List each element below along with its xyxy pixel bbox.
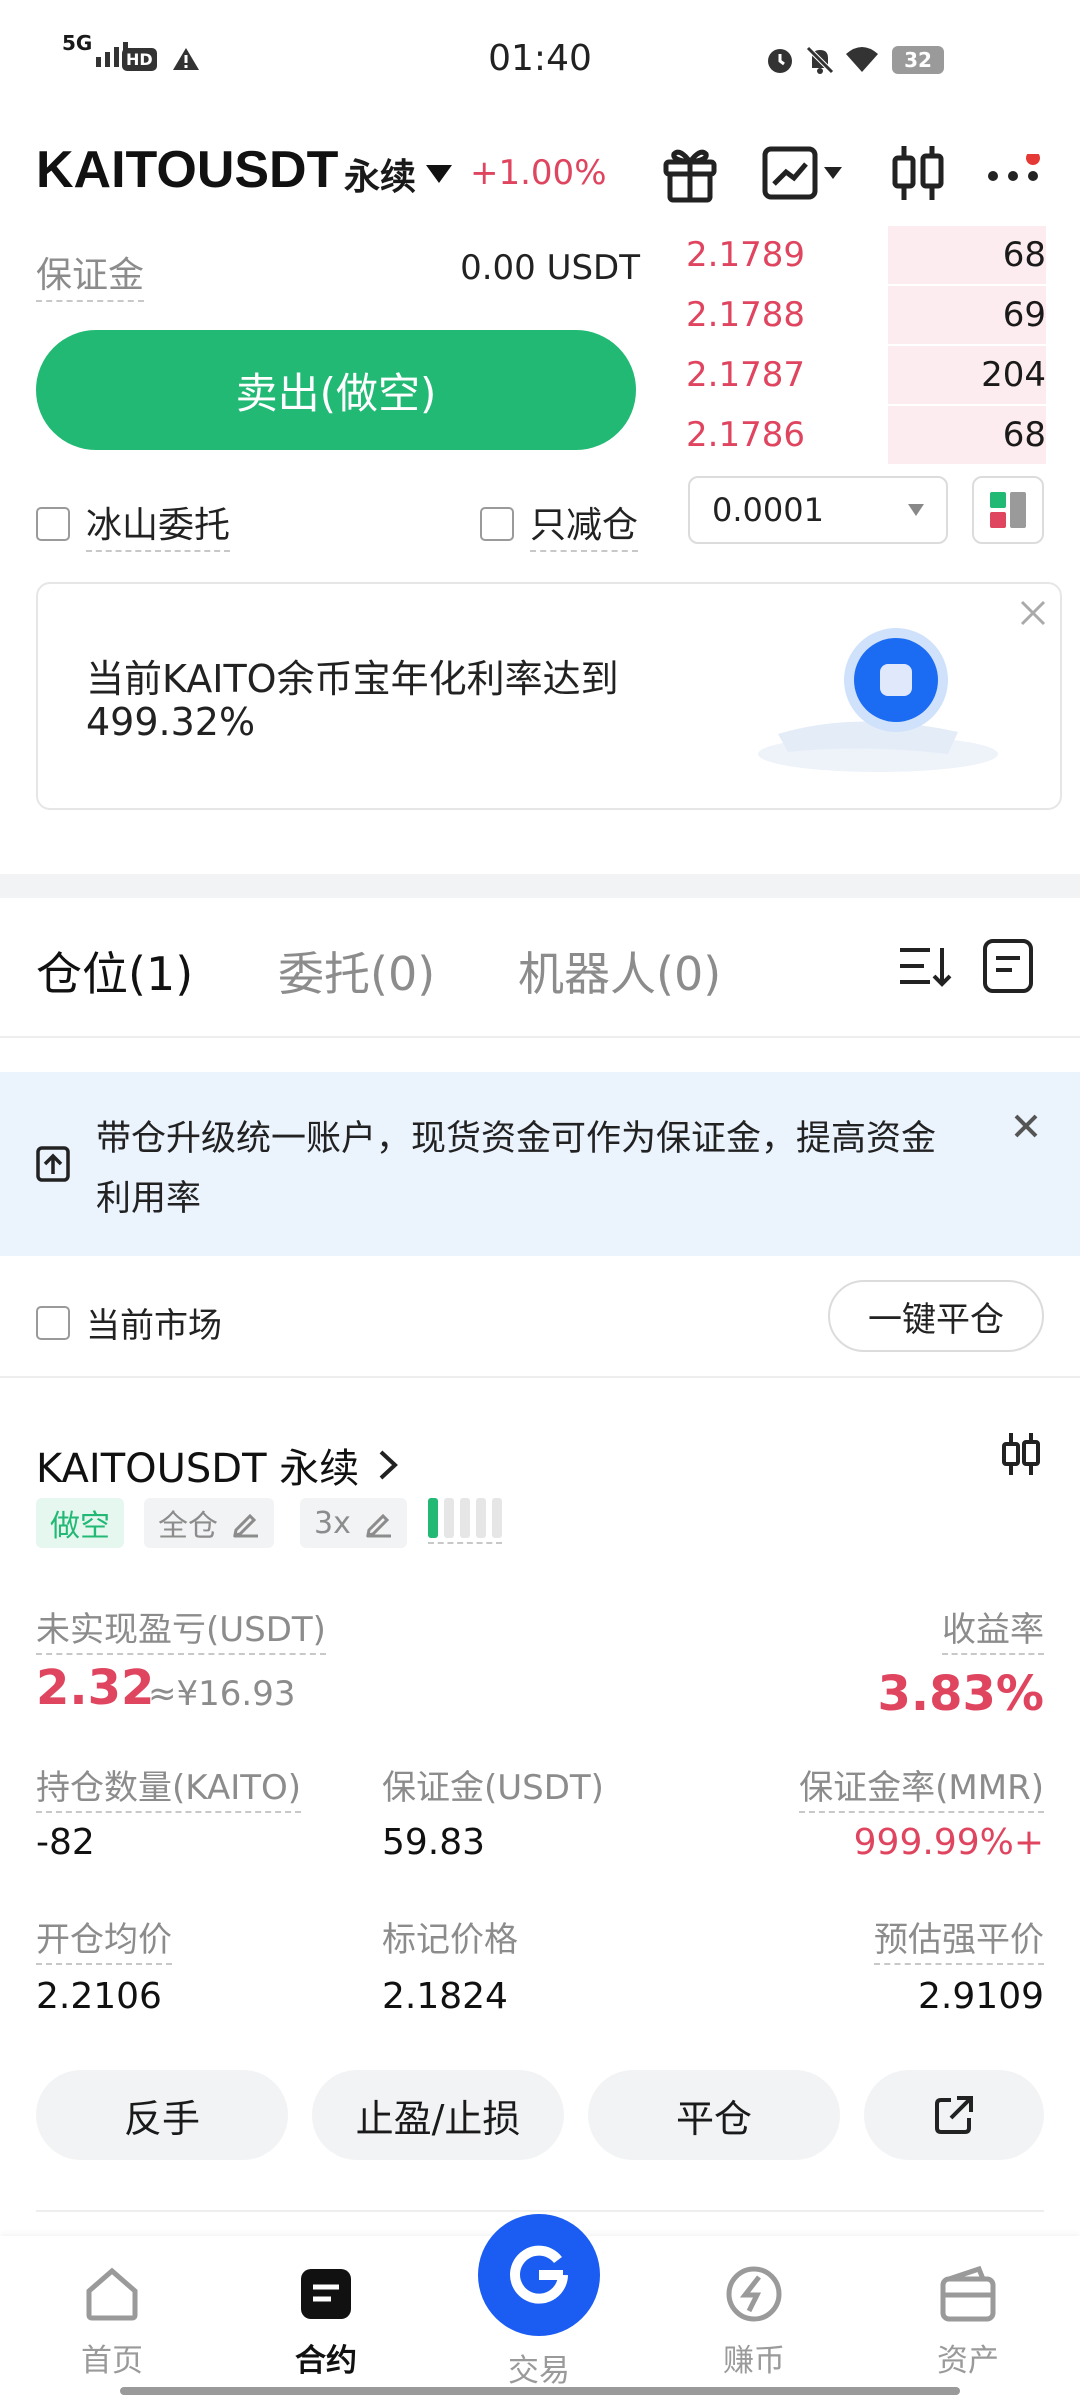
pnl-label[interactable]: 未实现盈亏(USDT)	[36, 1602, 326, 1655]
candlestick-icon[interactable]	[890, 142, 946, 208]
ask-row[interactable]: 2.1787 204	[686, 346, 1046, 404]
ask-qty: 69	[1002, 295, 1046, 335]
pnl-cny: ≈¥16.93	[148, 1674, 296, 1714]
pnl-value: 2.32	[36, 1660, 155, 1716]
ask-price: 2.1788	[686, 295, 805, 335]
ask-price: 2.1786	[686, 415, 805, 455]
mmr-value: 999.99%+	[853, 1822, 1044, 1863]
divider	[0, 1036, 1080, 1038]
nav-earn[interactable]: 赚币	[664, 2265, 844, 2380]
entry-price-value: 2.2106	[36, 1976, 162, 2017]
ask-row[interactable]: 2.1786 68	[686, 406, 1046, 464]
trade-label[interactable]: 交易	[449, 2345, 629, 2390]
position-margin-label: 保证金(USDT)	[382, 1768, 604, 1808]
tab-positions[interactable]: 仓位(1)	[36, 938, 193, 1004]
roe-value: 3.83%	[877, 1666, 1044, 1722]
wifi-icon	[844, 44, 880, 78]
symbol-title[interactable]: KAITOUSDT	[36, 140, 338, 200]
home-icon	[86, 2267, 138, 2321]
share-button[interactable]	[864, 2070, 1044, 2160]
edit-icon	[365, 1513, 391, 1538]
alarm-icon	[764, 44, 796, 80]
nav-home[interactable]: 首页	[22, 2265, 202, 2380]
mmr-label[interactable]: 保证金率(MMR)	[799, 1760, 1044, 1813]
mark-price-value: 2.1824	[382, 1976, 508, 2017]
divider	[36, 2210, 1044, 2212]
tab-bots[interactable]: 机器人(0)	[518, 938, 721, 1004]
ask-price: 2.1789	[686, 235, 805, 275]
size-value: -82	[36, 1822, 95, 1863]
gift-icon[interactable]	[660, 144, 720, 208]
precision-select[interactable]: 0.0001	[688, 476, 948, 544]
sort-icon[interactable]	[896, 940, 952, 996]
ask-qty: 68	[1002, 235, 1046, 275]
wallet-icon	[940, 2265, 996, 2322]
position-symbol[interactable]: KAITOUSDT 永续	[36, 1436, 399, 1494]
share-icon	[935, 2096, 973, 2134]
chart-dropdown-icon[interactable]	[762, 146, 842, 200]
more-icon[interactable]	[985, 151, 1045, 194]
position-margin-value: 59.83	[382, 1822, 486, 1863]
close-position-button[interactable]: 平仓	[588, 2070, 840, 2160]
ask-price: 2.1787	[686, 355, 805, 395]
ask-qty: 68	[1002, 415, 1046, 455]
close-icon[interactable]	[1012, 1112, 1040, 1144]
futures-icon	[301, 2269, 351, 2319]
margin-value: 0.00 USDT	[460, 248, 640, 288]
history-icon[interactable]	[982, 938, 1034, 998]
mute-icon	[804, 44, 836, 80]
ask-qty: 204	[981, 355, 1046, 395]
book-layout-icon[interactable]	[972, 476, 1044, 544]
iceberg-checkbox[interactable]: 冰山委托	[36, 496, 231, 552]
divider	[0, 1376, 1080, 1378]
promo-card[interactable]: 当前KAITO余币宝年化利率达到 499.32%	[36, 582, 1062, 810]
liq-price-value: 2.9109	[918, 1976, 1044, 2017]
notice-line2: 利用率	[96, 1179, 202, 1219]
liq-price-label[interactable]: 预估强平价	[874, 1912, 1044, 1965]
section-divider	[0, 874, 1080, 898]
trade-icon	[510, 2245, 568, 2304]
mark-price-label: 标记价格	[382, 1920, 518, 1960]
leverage-badge[interactable]: 3x	[300, 1498, 407, 1548]
chevron-right-icon	[379, 1450, 399, 1480]
close-icon[interactable]	[1018, 598, 1048, 632]
candlestick-icon[interactable]	[1000, 1430, 1042, 1482]
caret-down-icon	[426, 165, 453, 183]
upgrade-notice[interactable]: 带仓升级统一账户，现货资金可作为保证金，提高资金 利用率	[0, 1072, 1080, 1256]
notice-line1: 带仓升级统一账户，现货资金可作为保证金，提高资金	[96, 1119, 937, 1159]
margin-label[interactable]: 保证金	[36, 246, 145, 302]
edit-icon	[233, 1513, 258, 1538]
sell-short-button[interactable]: 卖出(做空)	[36, 330, 636, 450]
reduce-only-checkbox[interactable]: 只减仓	[480, 496, 639, 552]
nav-indicator	[120, 2387, 960, 2395]
tpsl-button[interactable]: 止盈/止损	[312, 2070, 564, 2160]
promo-text-line2: 499.32%	[86, 700, 256, 744]
trade-button[interactable]	[478, 2214, 600, 2336]
promo-text-line1: 当前KAITO余币宝年化利率达到	[86, 657, 619, 701]
close-all-button[interactable]: 一键平仓	[828, 1280, 1044, 1352]
current-market-checkbox[interactable]: 当前市场	[36, 1298, 222, 1347]
nav-assets[interactable]: 资产	[878, 2265, 1058, 2380]
caret-down-icon	[908, 504, 924, 516]
earn-icon	[726, 2266, 782, 2322]
roe-label[interactable]: 收益率	[942, 1602, 1044, 1655]
nav-futures[interactable]: 合约	[236, 2265, 416, 2380]
entry-price-label[interactable]: 开仓均价	[36, 1912, 172, 1965]
margin-mode-badge[interactable]: 全仓	[144, 1498, 274, 1548]
size-label[interactable]: 持仓数量(KAITO)	[36, 1760, 302, 1813]
contract-type[interactable]: 永续	[344, 148, 453, 200]
price-change: +1.00%	[470, 153, 607, 193]
reverse-button[interactable]: 反手	[36, 2070, 288, 2160]
ask-row[interactable]: 2.1788 69	[686, 286, 1046, 344]
tab-orders[interactable]: 委托(0)	[278, 938, 435, 1004]
ask-row[interactable]: 2.1789 68	[686, 226, 1046, 284]
coin-hand-icon	[738, 614, 998, 778]
status-bar: 5G HD 01:40 32	[0, 0, 1080, 120]
adl-indicator[interactable]	[428, 1498, 502, 1544]
upgrade-icon	[36, 1146, 70, 1186]
battery-icon: 32	[892, 46, 944, 74]
side-badge: 做空	[36, 1498, 124, 1548]
